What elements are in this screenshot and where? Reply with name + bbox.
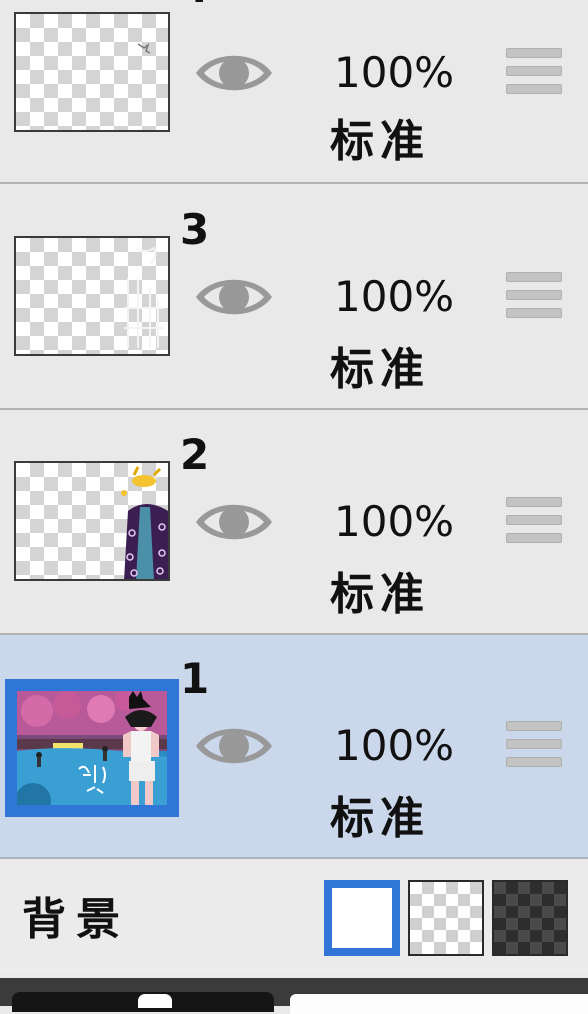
eye-icon[interactable] <box>194 495 274 549</box>
background-label: 背景 <box>22 894 130 945</box>
layer-content-sketch <box>124 246 164 348</box>
drag-handle-icon[interactable] <box>506 721 566 773</box>
layer-number: 1 <box>180 654 210 703</box>
background-row: 背景 <box>0 860 588 974</box>
layer-opacity[interactable]: 100% <box>334 46 454 100</box>
layer-blend-mode[interactable]: 标准 <box>330 114 430 170</box>
background-white-option[interactable] <box>324 880 400 956</box>
layer-blend-mode[interactable]: 标准 <box>330 567 430 623</box>
drag-handle-icon[interactable] <box>506 497 566 549</box>
layer-thumbnail[interactable] <box>14 12 170 132</box>
layer-thumbnail[interactable] <box>14 236 170 356</box>
layer-content-sketch <box>137 42 151 54</box>
bottom-toolbar <box>0 978 588 1014</box>
drag-handle-icon[interactable] <box>506 48 566 100</box>
layer-row-2[interactable]: 2 100% 标准 <box>0 411 588 635</box>
background-dark-checker-option[interactable] <box>492 880 568 956</box>
layer-row-1[interactable]: 1 100% 标准 <box>0 635 588 859</box>
layer-opacity[interactable]: 100% <box>334 270 454 324</box>
layer-opacity[interactable]: 100% <box>334 719 454 773</box>
layer-thumbnail[interactable] <box>14 461 170 581</box>
layer-number: 3 <box>180 205 210 254</box>
layer-blend-mode[interactable]: 标准 <box>330 791 430 847</box>
layer-number: 2 <box>180 430 210 479</box>
layer-row-3[interactable]: 3 100% 标准 <box>0 186 588 410</box>
layer-opacity[interactable]: 100% <box>334 495 454 549</box>
layer-content-figure <box>121 466 168 579</box>
bottom-left-panel[interactable] <box>12 992 274 1012</box>
layer-content-scene <box>17 691 167 805</box>
layer-row-4[interactable]: 4 100% 标准 <box>0 0 588 184</box>
layer-thumbnail[interactable] <box>5 679 179 817</box>
layer-number: 4 <box>180 0 209 12</box>
background-transparent-option[interactable] <box>408 880 484 956</box>
layer-blend-mode[interactable]: 标准 <box>330 342 430 398</box>
eye-icon[interactable] <box>194 719 274 773</box>
eye-icon[interactable] <box>194 270 274 324</box>
bottom-right-panel[interactable] <box>290 994 588 1014</box>
drag-handle-icon[interactable] <box>506 272 566 324</box>
eye-icon[interactable] <box>194 46 274 100</box>
